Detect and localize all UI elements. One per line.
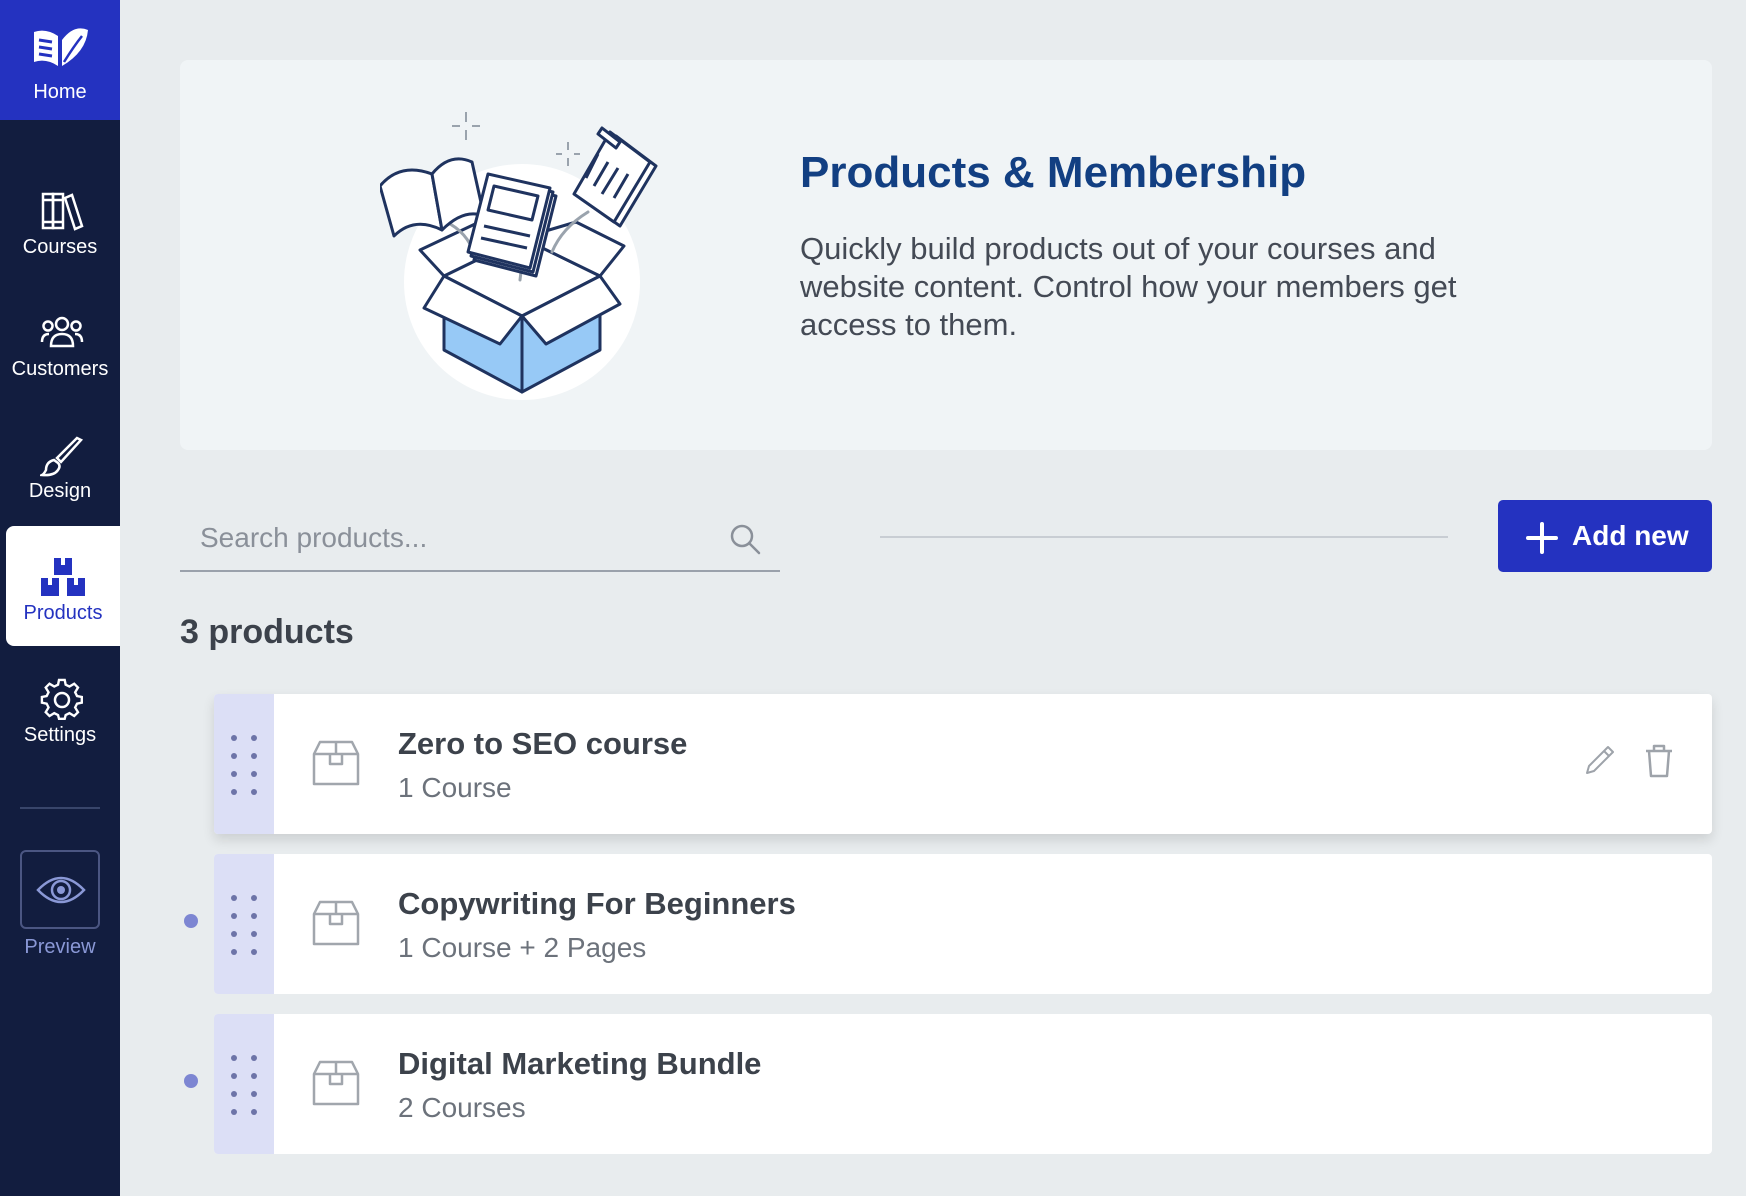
plus-icon xyxy=(1526,522,1558,554)
sidebar-item-home[interactable]: Home xyxy=(0,0,120,120)
sidebar-item-label: Products xyxy=(23,602,103,624)
product-subtitle: 2 Courses xyxy=(398,1092,526,1123)
sidebar-item-label: Settings xyxy=(23,724,97,746)
drag-handle[interactable] xyxy=(214,1014,274,1154)
sidebar-item-design[interactable]: Design xyxy=(0,404,120,524)
status-dot xyxy=(184,914,198,928)
drag-handle[interactable] xyxy=(214,854,274,994)
sidebar-item-customers[interactable]: Customers xyxy=(0,282,120,402)
sidebar-item-courses[interactable]: Courses xyxy=(0,160,120,280)
product-subtitle: 1 Course + 2 Pages xyxy=(398,932,647,963)
sidebar-item-label: Home xyxy=(33,81,87,103)
product-title[interactable]: Zero to SEO course xyxy=(398,726,687,762)
book-leaf-icon xyxy=(34,28,88,67)
package-icon xyxy=(312,1060,360,1106)
package-icon xyxy=(312,740,360,786)
users-icon xyxy=(40,316,84,348)
add-new-button[interactable]: Add new xyxy=(1498,500,1712,572)
status-dot xyxy=(184,1074,198,1088)
drag-handle-icon xyxy=(231,1055,257,1115)
product-subtitle: 1 Course xyxy=(398,772,512,803)
hero-banner: Products & Membership Quickly build prod… xyxy=(180,60,1712,450)
brush-icon xyxy=(40,436,84,477)
product-title[interactable]: Digital Marketing Bundle xyxy=(398,1046,761,1082)
sidebar-item-products[interactable]: Products xyxy=(6,526,120,646)
search-icon[interactable] xyxy=(728,522,762,556)
sidebar-item-label: Courses xyxy=(22,236,98,258)
product-title[interactable]: Copywriting For Beginners xyxy=(398,886,796,922)
products-box-illustration xyxy=(380,112,658,400)
drag-handle-icon xyxy=(231,735,257,795)
sidebar-item-label: Customers xyxy=(11,358,109,380)
product-row[interactable]: Copywriting For Beginners 1 Course + 2 P… xyxy=(214,854,1712,994)
gear-icon xyxy=(40,678,83,721)
toolbar-divider xyxy=(880,536,1448,538)
books-icon xyxy=(41,192,84,231)
search-bar xyxy=(180,508,780,572)
product-row[interactable]: Zero to SEO course 1 Course xyxy=(214,694,1712,834)
package-icon xyxy=(312,900,360,946)
eye-icon xyxy=(36,876,86,904)
preview-label[interactable]: Preview xyxy=(0,936,120,959)
add-new-label: Add new xyxy=(1572,520,1689,551)
sidebar-item-settings[interactable]: Settings xyxy=(0,648,120,768)
preview-button[interactable] xyxy=(20,850,100,929)
drag-handle[interactable] xyxy=(214,694,274,834)
trash-icon[interactable] xyxy=(1644,744,1674,778)
page-title: Products & Membership xyxy=(800,148,1307,197)
sidebar-divider xyxy=(20,807,100,809)
sidebar: Home Courses Customers Design Products S… xyxy=(0,0,120,1196)
pencil-icon[interactable] xyxy=(1584,744,1616,776)
drag-handle-icon xyxy=(231,895,257,955)
product-count: 3 products xyxy=(180,613,354,651)
search-input[interactable] xyxy=(180,508,720,568)
sidebar-item-label: Design xyxy=(28,480,92,502)
page-description: Quickly build products out of your cours… xyxy=(800,231,1457,342)
boxes-icon xyxy=(41,558,85,596)
product-row[interactable]: Digital Marketing Bundle 2 Courses xyxy=(214,1014,1712,1154)
